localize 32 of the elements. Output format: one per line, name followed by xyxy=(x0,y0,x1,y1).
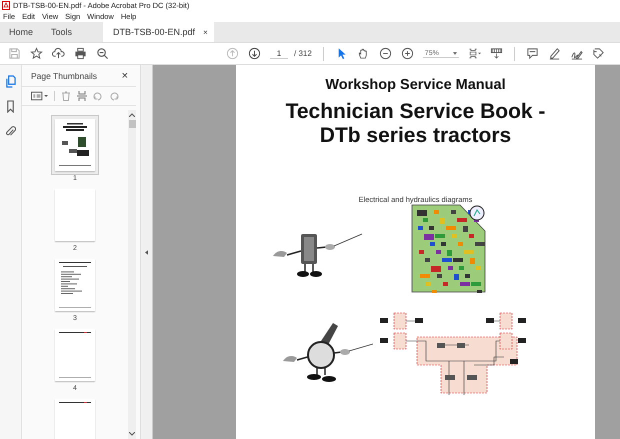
print-icon[interactable] xyxy=(74,47,87,60)
scroll-down-icon[interactable] xyxy=(129,432,135,436)
star-icon[interactable] xyxy=(30,47,43,60)
caret-icon xyxy=(452,52,457,54)
insert-page-icon[interactable] xyxy=(77,91,87,101)
pen-icon[interactable] xyxy=(548,47,561,60)
paperclip-icon[interactable] xyxy=(5,125,16,138)
collapse-panel-icon[interactable] xyxy=(145,250,148,254)
scrollbar-thumb[interactable] xyxy=(128,120,136,128)
thumbnail-options-icon[interactable] xyxy=(31,91,48,101)
zoom-in-icon[interactable] xyxy=(400,47,414,60)
tab[interactable]: Home xyxy=(0,22,42,42)
scroll-up-icon[interactable] xyxy=(129,113,135,117)
close-tab-button[interactable]: × xyxy=(203,28,208,36)
page-number-field[interactable]: 1 xyxy=(270,48,288,58)
search-icon[interactable] xyxy=(96,47,109,60)
panel-title: Page Thumbnails xyxy=(31,71,97,81)
close-panel-button[interactable]: × xyxy=(122,70,128,82)
pages-icon[interactable] xyxy=(5,75,16,88)
zoom-out-icon[interactable] xyxy=(378,47,392,60)
comment-icon[interactable] xyxy=(526,47,539,60)
tab[interactable]: Tools xyxy=(42,22,82,42)
next-page-icon[interactable] xyxy=(248,47,261,60)
document-heading: Workshop Service Manual xyxy=(325,77,506,93)
tab[interactable]: DTB-TSB-00-EN.pdf × xyxy=(103,22,214,42)
page-count: / 312 xyxy=(294,49,312,58)
cloud-upload-icon[interactable] xyxy=(52,47,65,60)
page-fit-icon[interactable] xyxy=(468,47,481,60)
bookmark-icon[interactable] xyxy=(5,100,16,113)
scroll-mode-icon[interactable] xyxy=(490,47,503,60)
page-thumbnail[interactable] xyxy=(51,115,99,175)
document-title: Technician Service Book - DTb series tractors xyxy=(286,100,546,148)
